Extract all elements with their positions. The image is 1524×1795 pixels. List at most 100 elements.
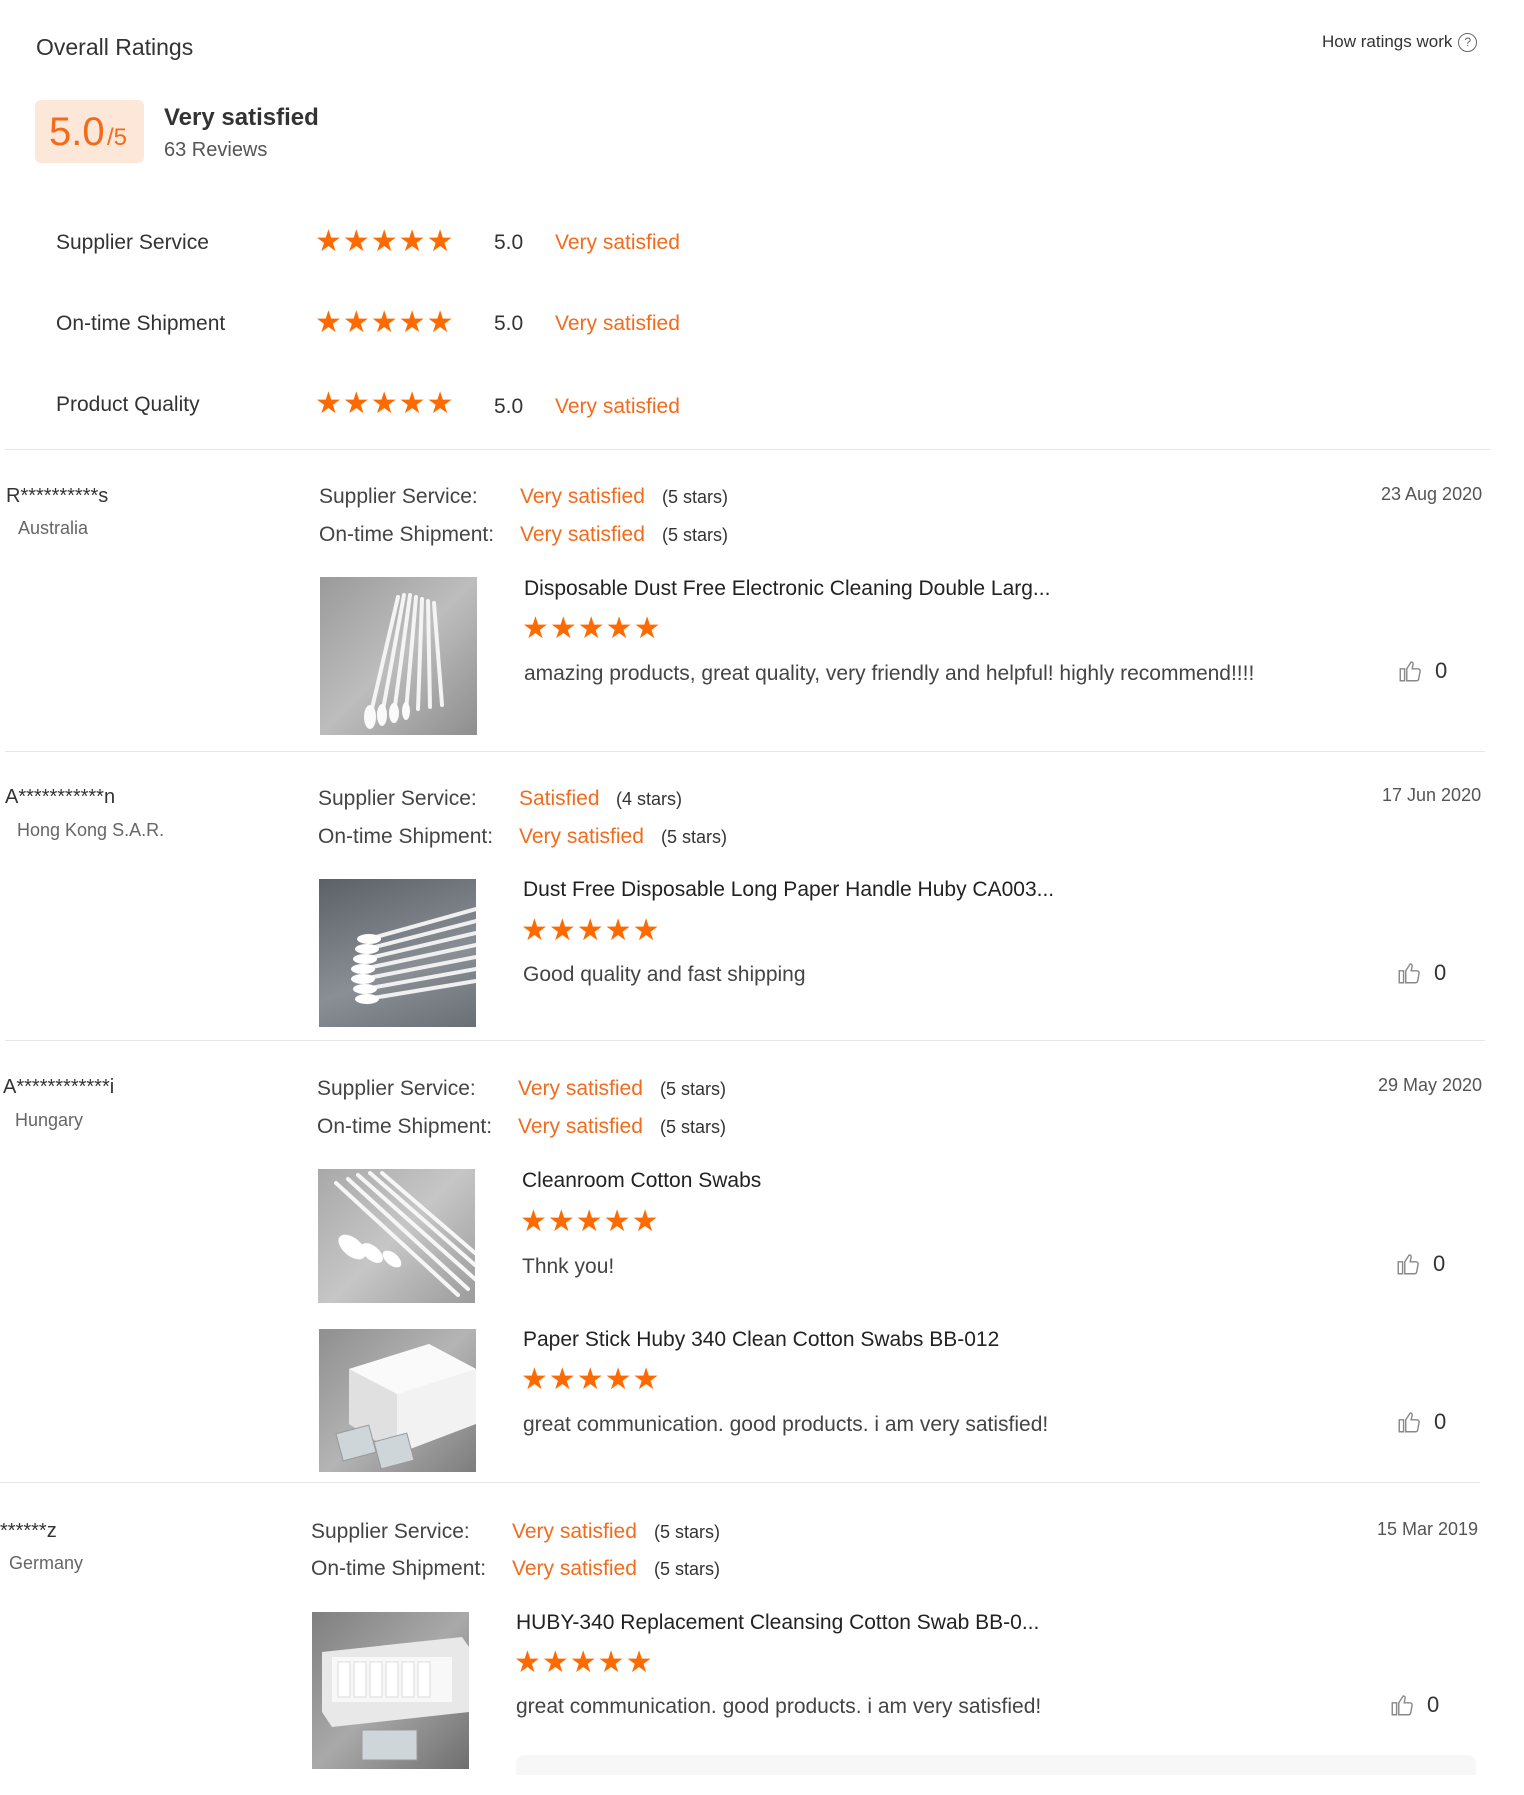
like-count: 0 — [1435, 658, 1448, 683]
overall-score-badge: 5.0 /5 — [35, 100, 144, 163]
product-rating-stars: ★★★★★ — [521, 913, 661, 948]
shipment-label: On-time Shipment: — [317, 1115, 493, 1138]
cotton-swab-image — [334, 1171, 475, 1297]
product-title-link[interactable]: Dust Free Disposable Long Paper Handle H… — [523, 878, 1054, 902]
thumbs-up-icon — [1399, 661, 1421, 682]
breakdown-label: Supplier Service — [56, 231, 209, 254]
cotton-swab-image — [351, 907, 476, 1004]
reviewer-country: Hungary — [15, 1110, 84, 1130]
like-count: 0 — [1434, 960, 1447, 985]
supplier-service-label: Supplier Service: — [319, 485, 478, 508]
shipment-stars: (5 stars) — [660, 1117, 727, 1137]
review-comment: great communication. good products. i am… — [516, 1695, 1042, 1718]
breakdown-value: 5.0 — [494, 231, 524, 254]
reply-box-edge — [516, 1755, 1476, 1775]
product-rating-stars: ★★★★★ — [521, 1362, 661, 1397]
product-rating-stars: ★★★★★ — [522, 611, 662, 646]
divider — [5, 751, 1485, 752]
review-date: 17 Jun 2020 — [1382, 785, 1482, 805]
review-comment: Thnk you! — [522, 1255, 615, 1278]
like-button[interactable]: 0 — [1397, 658, 1447, 684]
like-button[interactable]: 0 — [1396, 960, 1446, 986]
divider — [5, 449, 1490, 450]
like-button[interactable]: 0 — [1396, 1409, 1446, 1435]
shipment-verdict: Very satisfied — [518, 1115, 643, 1138]
reviewer-name: A***********n — [5, 786, 116, 808]
breakdown-stars: ★★★★★ — [315, 305, 455, 340]
product-rating-stars: ★★★★★ — [520, 1204, 660, 1239]
supplier-service-verdict: Very satisfied — [512, 1520, 637, 1543]
shipment-verdict: Very satisfied — [512, 1557, 637, 1580]
supplier-service-stars: (5 stars) — [662, 487, 729, 507]
product-title-link[interactable]: HUBY-340 Replacement Cleansing Cotton Sw… — [516, 1611, 1039, 1635]
overall-title: Overall Ratings — [36, 34, 194, 60]
shipment-stars: (5 stars) — [661, 827, 728, 847]
supplier-service-stars: (5 stars) — [654, 1522, 721, 1542]
breakdown-label: On-time Shipment — [56, 312, 226, 335]
thumbs-up-icon — [1398, 1412, 1420, 1433]
supplier-service-label: Supplier Service: — [317, 1077, 476, 1100]
reviewer-name: A************i — [3, 1076, 115, 1098]
shipment-stars: (5 stars) — [654, 1559, 721, 1579]
breakdown-value: 5.0 — [494, 395, 524, 418]
shipment-label: On-time Shipment: — [318, 825, 494, 848]
thumbs-up-icon — [1397, 1254, 1419, 1275]
product-title-link[interactable]: Paper Stick Huby 340 Clean Cotton Swabs … — [523, 1328, 999, 1352]
reviewer-country: Germany — [9, 1553, 84, 1573]
supplier-service-label: Supplier Service: — [311, 1520, 470, 1543]
product-image[interactable] — [318, 1169, 475, 1303]
supplier-service-verdict: Satisfied — [519, 787, 600, 810]
supplier-service-verdict: Very satisfied — [518, 1077, 643, 1100]
swab-box-image — [322, 1637, 469, 1761]
product-title-link[interactable]: Cleanroom Cotton Swabs — [522, 1169, 761, 1193]
supplier-service-label: Supplier Service: — [318, 787, 477, 810]
review-comment: Good quality and fast shipping — [523, 963, 806, 986]
review-date: 23 Aug 2020 — [1381, 484, 1483, 504]
swab-box-image — [335, 1344, 476, 1470]
shipment-label: On-time Shipment: — [319, 523, 495, 546]
thumbs-up-icon — [1391, 1695, 1413, 1716]
shipment-label: On-time Shipment: — [311, 1557, 487, 1580]
breakdown-verdict: Very satisfied — [555, 231, 680, 254]
product-rating-stars: ★★★★★ — [514, 1645, 654, 1680]
like-count: 0 — [1434, 1409, 1447, 1434]
help-icon: ? — [1458, 32, 1478, 52]
shipment-verdict: Very satisfied — [519, 825, 644, 848]
review-date: 29 May 2020 — [1378, 1075, 1483, 1095]
product-image[interactable] — [319, 1329, 476, 1472]
like-count: 0 — [1427, 1692, 1440, 1717]
like-button[interactable]: 0 — [1389, 1692, 1439, 1718]
supplier-service-stars: (4 stars) — [616, 789, 683, 809]
product-image[interactable] — [319, 879, 476, 1027]
cotton-swab-image — [364, 593, 444, 729]
product-title-link[interactable]: Disposable Dust Free Electronic Cleaning… — [524, 577, 1050, 601]
product-image[interactable] — [320, 577, 477, 735]
breakdown-verdict: Very satisfied — [555, 312, 680, 335]
breakdown-verdict: Very satisfied — [555, 395, 680, 418]
overall-score: 5.0 — [49, 110, 105, 154]
product-image[interactable] — [312, 1612, 469, 1769]
supplier-service-stars: (5 stars) — [660, 1079, 727, 1099]
breakdown-stars: ★★★★★ — [315, 386, 455, 421]
how-ratings-work-link[interactable]: How ratings work ? — [1322, 32, 1478, 52]
review-comment: great communication. good products. i am… — [523, 1413, 1049, 1436]
thumbs-up-icon — [1398, 963, 1420, 984]
divider — [5, 1040, 1485, 1041]
breakdown-value: 5.0 — [494, 312, 524, 335]
overall-verdict: Very satisfied — [164, 104, 319, 131]
review-comment: amazing products, great quality, very fr… — [524, 662, 1255, 685]
how-ratings-work-label: How ratings work — [1322, 32, 1453, 51]
supplier-service-verdict: Very satisfied — [520, 485, 645, 508]
reviewer-name: R**********s — [6, 485, 109, 507]
breakdown-stars: ★★★★★ — [315, 224, 455, 259]
review-date: 15 Mar 2019 — [1377, 1519, 1479, 1539]
like-button[interactable]: 0 — [1395, 1251, 1445, 1277]
breakdown-label: Product Quality — [56, 393, 200, 416]
divider — [0, 1482, 1480, 1483]
reviewer-country: Hong Kong S.A.R. — [17, 820, 165, 840]
shipment-verdict: Very satisfied — [520, 523, 645, 546]
shipment-stars: (5 stars) — [662, 525, 729, 545]
overall-reviews-count: 63 Reviews — [164, 139, 268, 161]
reviewer-country: Australia — [18, 518, 89, 538]
reviewer-name: ******z — [0, 1520, 57, 1542]
